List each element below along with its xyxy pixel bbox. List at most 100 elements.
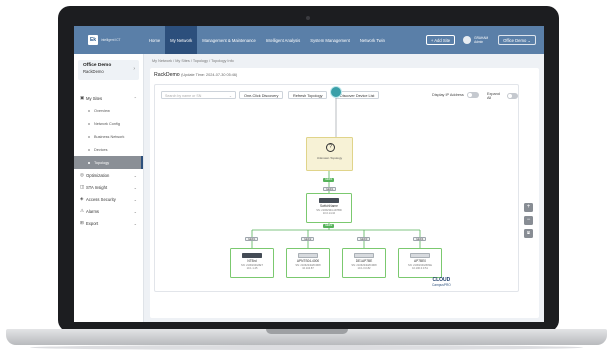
device-ip: 10.1.1.45 — [246, 266, 258, 270]
switch-node[interactable]: SwitchName SN: 2106234G1D7BD 10.0.14.10 — [306, 193, 352, 223]
user-info[interactable]: GRAHAM Admin — [474, 36, 488, 44]
main-nav: Home My Network Management & Maintenance… — [144, 26, 390, 54]
chevron-up-icon: ⌃ — [133, 95, 137, 101]
fit-view-button[interactable]: ⧈ — [524, 229, 533, 238]
chevron-down-icon: ⌄ — [133, 208, 137, 214]
nav-intelligent-analysis[interactable]: Intelligent Analysis — [261, 26, 305, 54]
site-selector[interactable]: Office Demo RackDemo › — [78, 60, 139, 80]
zoom-out-button[interactable]: − — [524, 216, 533, 225]
site-name: Office Demo — [83, 63, 112, 68]
logo[interactable]: Ek intelligent ICT — [88, 35, 144, 45]
device-node[interactable]: NTBrd SN: 2106234G8ET 10.1.1.45 — [230, 248, 274, 278]
link-badge: GE0/1 — [323, 178, 335, 182]
device-ip: 10.100.0.0.51 — [412, 266, 428, 270]
sidebar-item-devices[interactable]: Devices — [74, 143, 143, 156]
sidebar-item-my-sites[interactable]: ▣ My Sites ⌃ — [74, 92, 143, 104]
chevron-down-icon: ⌄ — [527, 37, 531, 43]
breadcrumb[interactable]: My Network / My Sites / Topology / Topol… — [152, 59, 234, 63]
sidebar: Office Demo RackDemo › ▣ My Sites ⌃ Overvi… — [74, 54, 144, 322]
access-point-icon — [354, 253, 374, 258]
sidebar-item-alarms[interactable]: ⚠ Alarms ⌄ — [74, 205, 143, 217]
switch-icon — [242, 253, 262, 258]
access-point-icon — [298, 253, 318, 258]
add-site-button[interactable]: + Add Site — [425, 35, 456, 45]
app-screen: Ek intelligent ICT Home My Network Manag… — [74, 26, 544, 322]
device-ip: 10.1.0.0.82 — [357, 266, 371, 270]
sidebar-item-label: Topology — [94, 160, 110, 165]
office-select-value: Office Demo — [503, 37, 527, 43]
port-badge: GE0/1 — [245, 237, 259, 241]
unknown-topology-label: Unknown Topology — [316, 156, 343, 160]
page-title: RackDemo (Update Time: 2024-07-30 05:46) — [154, 72, 237, 78]
sidebar-item-label: Network Config — [94, 121, 120, 126]
switch-icon — [319, 198, 339, 203]
chevron-down-icon: ⌄ — [133, 220, 137, 226]
avatar[interactable] — [463, 36, 472, 44]
sidebar-item-overview[interactable]: Overview — [74, 104, 143, 117]
update-time: (Update Time: 2024-07-30 05:46) — [181, 73, 238, 77]
top-right-controls: + Add Site GRAHAM Admin Office Demo ⌄ — [425, 35, 536, 45]
device-node[interactable]: AP7BE0 SN: 2106234G8DSE 10.100.0.0.51 — [398, 248, 442, 278]
sidebar-item-sta-insight[interactable]: ◫ STA Insight ⌄ — [74, 181, 143, 193]
brand-sub: CampusPRO — [432, 283, 451, 287]
access-point-icon — [410, 253, 430, 258]
zoom-in-button[interactable]: + — [524, 203, 533, 212]
bullet-icon — [88, 161, 90, 164]
laptop-notch — [266, 329, 348, 334]
bullet-icon — [88, 122, 90, 125]
laptop-shadow — [30, 345, 583, 350]
sidebar-item-network-config[interactable]: Network Config — [74, 117, 143, 130]
sidebar-item-label: Devices — [94, 147, 108, 152]
topology-panel: RackDemo (Update Time: 2024-07-30 05:46)… — [150, 68, 539, 318]
nav-my-network[interactable]: My Network — [165, 26, 198, 54]
bullet-icon — [88, 148, 90, 151]
page-title-text: RackDemo — [154, 72, 180, 78]
port-badge: GE0/4 — [413, 237, 427, 241]
port-badge: GE0/2 — [301, 237, 315, 241]
logo-text: intelligent ICT — [101, 38, 121, 42]
port-badge: GE0/3 — [357, 237, 371, 241]
user-role: Admin — [474, 40, 484, 44]
sidebar-item-label: STA Insight — [86, 184, 108, 190]
sidebar-item-access-security[interactable]: ◈ Access Security ⌄ — [74, 193, 143, 205]
topology-area: Search by name or SN ⌄ One-Click Discover… — [154, 84, 519, 292]
question-icon: ? — [326, 143, 335, 152]
bullet-icon — [88, 109, 90, 112]
link-badge: GE0/2 — [323, 224, 335, 228]
topology-canvas: ? Unknown Topology GE0/1 GE0/1 SwitchNam… — [155, 85, 520, 293]
sidebar-item-export[interactable]: ⊞ Export ⌄ — [74, 217, 143, 229]
nav-home[interactable]: Home — [144, 26, 165, 54]
nav-management[interactable]: Management & Maintenance — [197, 26, 261, 54]
chevron-down-icon: ⌄ — [133, 184, 137, 190]
topology-links — [251, 98, 421, 248]
sidebar-item-label: Access Security — [86, 196, 116, 202]
device-node[interactable]: DE1AP7BE SN: 2106234G8C0D8 10.1.0.0.82 — [342, 248, 386, 278]
sidebar-item-label: Business Network — [94, 134, 125, 139]
top-navigation-bar: Ek intelligent ICT Home My Network Manag… — [74, 26, 544, 54]
brand-logo: CLOUD CampusPRO — [432, 278, 451, 288]
sidebar-item-business-network[interactable]: Business Network — [74, 130, 143, 143]
sidebar-item-label: Optimization — [86, 172, 110, 178]
sidebar-menu: ▣ My Sites ⌃ Overview Network Config Busin… — [74, 92, 143, 229]
internet-node-icon[interactable] — [330, 86, 342, 98]
site-sub: RackDemo — [83, 69, 104, 74]
bullet-icon — [88, 135, 90, 138]
sidebar-item-label: My Sites — [86, 95, 103, 101]
chevron-down-icon: ⌄ — [133, 196, 137, 202]
camera — [306, 16, 310, 20]
sidebar-item-topology[interactable]: Topology — [74, 156, 143, 169]
device-ip: 10.104.87 — [302, 266, 314, 270]
unknown-topology-node[interactable]: ? Unknown Topology — [306, 137, 353, 171]
device-ip: 10.0.14.10 — [322, 211, 336, 215]
device-node[interactable]: APNTS04-4000 SN: 2106234G8C0D8 10.104.87 — [286, 248, 330, 278]
sidebar-item-label: Alarms — [86, 208, 100, 214]
nav-network-twin[interactable]: Network Twin — [355, 26, 390, 54]
sidebar-item-optimization[interactable]: ◎ Optimization ⌄ — [74, 169, 143, 181]
chevron-right-icon: › — [133, 66, 135, 72]
nav-system-management[interactable]: System Management — [305, 26, 355, 54]
sidebar-item-label: Export — [86, 220, 99, 226]
port-badge: GE0/1 — [323, 187, 337, 191]
logo-mark: Ek — [88, 35, 98, 45]
office-select[interactable]: Office Demo ⌄ — [498, 35, 536, 45]
sidebar-item-label: Overview — [94, 108, 110, 113]
